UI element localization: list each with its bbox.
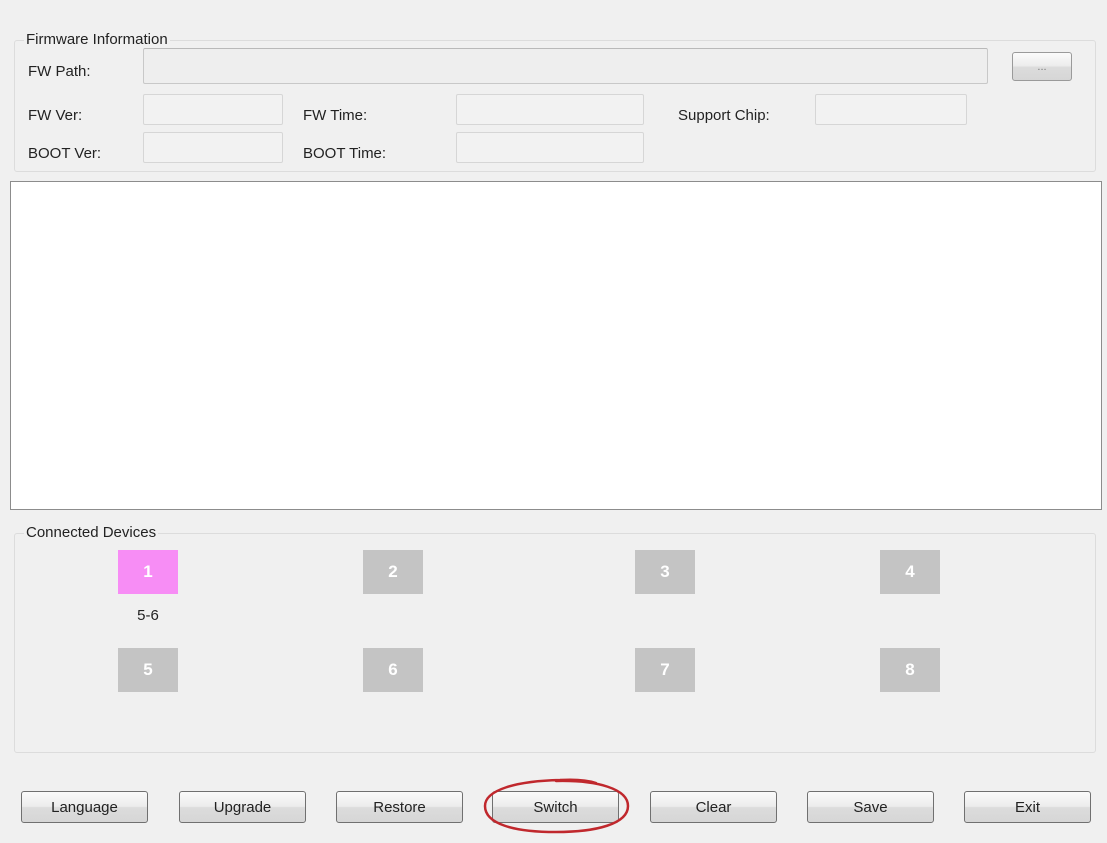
log-output[interactable] xyxy=(10,181,1102,510)
upgrade-button[interactable]: Upgrade xyxy=(179,791,306,823)
device-slot-8[interactable]: 8 xyxy=(880,648,940,692)
device-slot-2[interactable]: 2 xyxy=(363,550,423,594)
browse-button[interactable]: ... xyxy=(1012,52,1072,81)
boot-time-field xyxy=(456,132,644,163)
fw-ver-label: FW Ver: xyxy=(28,107,83,124)
fw-time-field xyxy=(456,94,644,125)
device-slot-7[interactable]: 7 xyxy=(635,648,695,692)
boot-time-label: BOOT Time: xyxy=(303,145,387,162)
restore-button[interactable]: Restore xyxy=(336,791,463,823)
device-slot-1-status: 5-6 xyxy=(137,607,159,624)
device-slot-6[interactable]: 6 xyxy=(363,648,423,692)
device-slot-3[interactable]: 3 xyxy=(635,550,695,594)
fw-path-label: FW Path: xyxy=(28,63,91,80)
language-button[interactable]: Language xyxy=(21,791,148,823)
save-button[interactable]: Save xyxy=(807,791,934,823)
device-slot-5[interactable]: 5 xyxy=(118,648,178,692)
firmware-info-title: Firmware Information xyxy=(24,31,170,49)
device-slot-1[interactable]: 1 xyxy=(118,550,178,594)
boot-ver-label: BOOT Ver: xyxy=(28,145,102,162)
switch-button[interactable]: Switch xyxy=(492,791,619,823)
clear-button[interactable]: Clear xyxy=(650,791,777,823)
support-chip-label: Support Chip: xyxy=(678,107,770,124)
exit-button[interactable]: Exit xyxy=(964,791,1091,823)
fw-path-field[interactable] xyxy=(143,48,988,84)
support-chip-field xyxy=(815,94,967,125)
device-slot-4[interactable]: 4 xyxy=(880,550,940,594)
fw-ver-field xyxy=(143,94,283,125)
connected-devices-title: Connected Devices xyxy=(24,524,159,542)
boot-ver-field xyxy=(143,132,283,163)
fw-time-label: FW Time: xyxy=(303,107,368,124)
